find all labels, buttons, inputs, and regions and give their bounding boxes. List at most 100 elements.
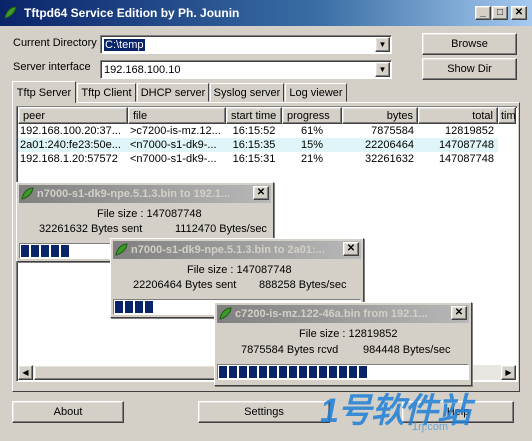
tab-log-viewer[interactable]: Log viewer <box>285 83 347 102</box>
tab-tftp-client[interactable]: Tftp Client <box>77 83 136 102</box>
cell-file: <n7000-s1-dk9-... <box>130 139 217 151</box>
progress-block <box>219 366 227 378</box>
scroll-left-icon[interactable]: ◀ <box>18 365 33 380</box>
cell-start-time: 16:15:52 <box>232 125 276 137</box>
transfer-progress-bar <box>217 364 469 380</box>
chevron-down-icon[interactable]: ▼ <box>375 62 390 77</box>
header-total[interactable]: total <box>418 107 498 124</box>
progress-block <box>41 245 49 257</box>
window-titlebar: Tftpd64 Service Edition by Ph. Jounin <box>0 0 532 26</box>
app-leaf-icon <box>219 307 232 320</box>
window-title: Tftpd64 Service Edition by Ph. Jounin <box>24 6 240 20</box>
progress-block <box>309 366 317 378</box>
header-time[interactable]: tim <box>498 107 516 124</box>
bytes-count-text: 7875584 Bytes rcvd <box>241 344 339 356</box>
cell-progress: 61% <box>300 125 324 137</box>
settings-button[interactable]: Settings <box>198 401 330 423</box>
progress-block <box>279 366 287 378</box>
current-directory-label: Current Directory <box>13 37 97 49</box>
cell-bytes: 7875584 <box>371 125 414 137</box>
current-directory-value: C:\temp <box>104 38 145 51</box>
close-button[interactable]: ✕ <box>511 6 527 20</box>
scroll-right-icon[interactable]: ▶ <box>501 365 516 380</box>
help-button[interactable]: Help <box>402 401 514 423</box>
tab-dhcp-server[interactable]: DHCP server <box>137 83 209 102</box>
rate-text: 984448 Bytes/sec <box>363 344 451 356</box>
chevron-down-icon[interactable]: ▼ <box>375 37 390 52</box>
progress-block <box>359 366 367 378</box>
dialog-title: n7000-s1-dk9-npe.5.1.3.bin to 2a01:... <box>131 244 325 256</box>
transfer-dialog[interactable]: c7200-is-mz.122-46a.bin from 192.1... ✕ … <box>214 302 472 386</box>
tab-tftp-server[interactable]: Tftp Server <box>12 81 76 103</box>
dialog-titlebar: n7000-s1-dk9-npe.5.1.3.bin to 192.1... <box>19 185 271 203</box>
cell-start-time: 16:15:31 <box>232 153 276 165</box>
progress-block <box>259 366 267 378</box>
progress-block <box>349 366 357 378</box>
cell-total: 147087748 <box>438 153 494 165</box>
progress-block <box>229 366 237 378</box>
cell-file: >c7200-is-mz.12... <box>130 125 221 137</box>
dialog-close-button[interactable]: ✕ <box>253 186 269 200</box>
cell-file: <n7000-s1-dk9-... <box>130 153 217 165</box>
progress-block <box>269 366 277 378</box>
cell-peer: 2a01:240:fe23:50e... <box>20 139 121 151</box>
header-start-time[interactable]: start time <box>226 107 282 124</box>
progress-block <box>145 301 153 313</box>
cell-progress: 15% <box>300 139 324 151</box>
header-bytes[interactable]: bytes <box>342 107 418 124</box>
server-interface-label: Server interface <box>13 61 91 73</box>
header-progress[interactable]: progress <box>282 107 342 124</box>
app-leaf-icon <box>21 187 34 200</box>
bytes-count-text: 22206464 Bytes sent <box>133 279 237 291</box>
minimize-button[interactable]: _ <box>475 6 491 20</box>
progress-block <box>51 245 59 257</box>
server-interface-value: 192.168.100.10 <box>104 63 181 76</box>
progress-block <box>31 245 39 257</box>
cell-start-time: 16:15:35 <box>232 139 276 151</box>
progress-block <box>61 245 69 257</box>
table-row[interactable]: 2a01:240:fe23:50e... <n7000-s1-dk9-... 1… <box>18 138 498 152</box>
show-dir-button[interactable]: Show Dir <box>422 58 517 80</box>
file-size-text: File size : 147087748 <box>97 208 202 220</box>
cell-bytes: 22206464 <box>365 139 414 151</box>
progress-block <box>115 301 123 313</box>
server-interface-combo[interactable]: 192.168.100.10 ▼ <box>100 60 392 79</box>
app-leaf-icon <box>4 6 17 19</box>
dialog-titlebar: n7000-s1-dk9-npe.5.1.3.bin to 2a01:... <box>113 241 361 259</box>
current-directory-combo[interactable]: C:\temp ▼ <box>100 35 392 54</box>
progress-block <box>289 366 297 378</box>
about-button[interactable]: About <box>12 401 124 423</box>
dialog-close-button[interactable]: ✕ <box>343 242 359 256</box>
header-file[interactable]: file <box>128 107 226 124</box>
tab-syslog-server[interactable]: Syslog server <box>210 83 284 102</box>
cell-total: 12819852 <box>445 125 494 137</box>
progress-block <box>135 301 143 313</box>
progress-block <box>125 301 133 313</box>
bytes-count-text: 32261632 Bytes sent <box>39 223 143 235</box>
dialog-close-button[interactable]: ✕ <box>451 306 467 320</box>
rate-text: 888258 Bytes/sec <box>259 279 347 291</box>
header-peer[interactable]: peer <box>18 107 128 124</box>
rate-text: 1112470 Bytes/sec <box>175 223 267 235</box>
dialog-title: c7200-is-mz.122-46a.bin from 192.1... <box>235 308 428 320</box>
maximize-button[interactable]: □ <box>492 6 508 20</box>
table-row[interactable]: 192.168.100.20:37... >c7200-is-mz.12... … <box>18 124 498 138</box>
table-row[interactable]: 192.168.1.20:57572 <n7000-s1-dk9-... 16:… <box>18 152 498 166</box>
cell-peer: 192.168.100.20:37... <box>20 125 121 137</box>
cell-progress: 21% <box>300 153 324 165</box>
browse-button[interactable]: Browse <box>422 33 517 55</box>
dialog-title: n7000-s1-dk9-npe.5.1.3.bin to 192.1... <box>37 188 231 200</box>
progress-block <box>299 366 307 378</box>
progress-block <box>319 366 327 378</box>
dialog-titlebar: c7200-is-mz.122-46a.bin from 192.1... <box>217 305 469 323</box>
progress-block <box>239 366 247 378</box>
cell-total: 147087748 <box>438 139 494 151</box>
progress-block <box>329 366 337 378</box>
progress-block <box>21 245 29 257</box>
cell-peer: 192.168.1.20:57572 <box>20 153 118 165</box>
app-leaf-icon <box>115 243 128 256</box>
progress-block <box>249 366 257 378</box>
file-size-text: File size : 12819852 <box>299 328 398 340</box>
cell-bytes: 32261632 <box>365 153 414 165</box>
file-size-text: File size : 147087748 <box>187 264 292 276</box>
